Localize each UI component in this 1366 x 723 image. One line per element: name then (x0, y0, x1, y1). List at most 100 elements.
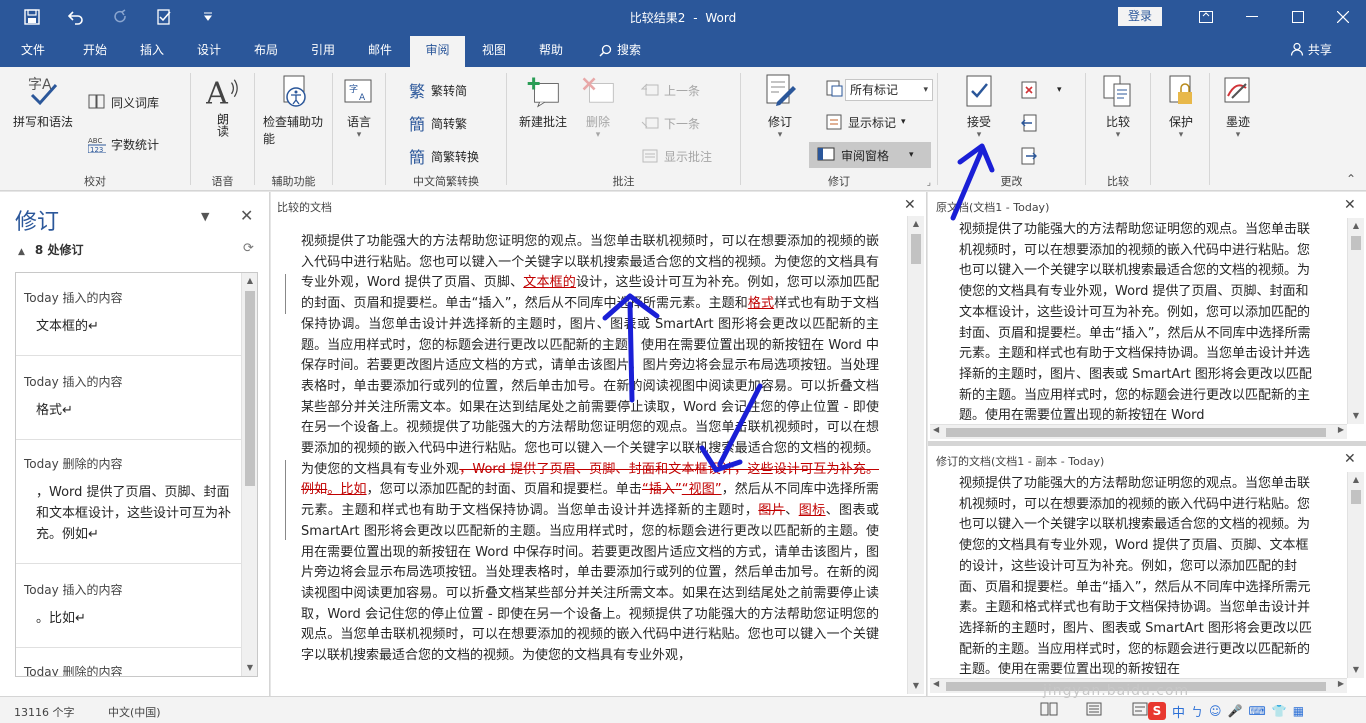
chevron-down-icon: ▾ (901, 117, 906, 127)
pane-close-icon[interactable]: ✕ (1344, 451, 1356, 467)
scrollbar-thumb[interactable] (1351, 490, 1361, 504)
tab-insert[interactable]: 插入 (127, 33, 177, 67)
word-count-status[interactable]: 13116 个字 (14, 704, 75, 720)
tab-home[interactable]: 开始 (70, 33, 120, 67)
simp-to-trad-button[interactable]: 簡 简转繁 (408, 114, 467, 134)
compare-button[interactable]: 比较 ▾ (1096, 75, 1140, 140)
sogou-ime-icon[interactable]: S (1148, 702, 1166, 720)
revision-count[interactable]: ▲ 8 处修订 (18, 241, 83, 258)
track-changes-button[interactable]: 修订 ▾ (757, 74, 803, 140)
ink-button[interactable]: 墨迹 ▾ (1216, 75, 1260, 140)
spelling-grammar-button[interactable]: 字A 拼写和语法 (10, 75, 76, 130)
show-comments-button[interactable]: 显示批注 (641, 147, 712, 165)
toolbox-icon[interactable]: ▦ (1293, 704, 1304, 718)
tab-view[interactable]: 视图 (469, 33, 519, 67)
scroll-left-icon[interactable]: ◀ (933, 425, 939, 434)
scrollbar-thumb[interactable] (911, 234, 921, 264)
refresh-icon[interactable]: ⟳ (243, 241, 254, 256)
scroll-right-icon[interactable]: ▶ (1338, 679, 1344, 688)
previous-comment-button[interactable]: 上一条 (641, 81, 700, 99)
list-item[interactable]: Today 插入的内容 。比如↵ (24, 581, 239, 629)
scrollbar-thumb[interactable] (245, 291, 255, 486)
pane-close-icon[interactable]: ✕ (240, 206, 253, 225)
delete-comment-button[interactable]: 删除 ▾ (575, 75, 621, 140)
read-mode-icon[interactable] (1040, 702, 1058, 719)
group-label-tracking: 修订 (828, 175, 850, 188)
scroll-left-icon[interactable]: ◀ (933, 679, 939, 688)
skin-icon[interactable]: 👕 (1272, 704, 1287, 718)
reviewing-pane-button[interactable]: 审阅窗格 ▾ (809, 142, 931, 168)
trad-to-simp-button[interactable]: 繁 繁转简 (408, 81, 467, 101)
document-name: 比较结果2 (629, 11, 686, 25)
close-icon[interactable] (1320, 0, 1366, 33)
maximize-icon[interactable] (1275, 0, 1321, 33)
emoji-icon[interactable]: ☺ (1209, 704, 1222, 718)
ime-punctuation[interactable]: ㄅ (1191, 703, 1203, 720)
read-aloud-button[interactable]: A 朗读 (203, 75, 243, 137)
convert-button[interactable]: 簡 简繁转换 (408, 147, 479, 167)
login-button[interactable]: 登录 (1118, 7, 1162, 26)
web-layout-icon[interactable] (1132, 702, 1148, 719)
list-item[interactable]: Today 删除的内容 (24, 663, 239, 677)
keyboard-icon[interactable]: ⌨ (1249, 704, 1266, 718)
show-markup-button[interactable]: 显示标记 ▾ (825, 113, 906, 131)
tab-help[interactable]: 帮助 (526, 33, 576, 67)
tab-design[interactable]: 设计 (184, 33, 234, 67)
scroll-up-icon[interactable]: ▲ (242, 273, 257, 289)
scroll-down-icon[interactable]: ▼ (242, 660, 257, 676)
ime-mode[interactable]: 中 (1172, 702, 1185, 721)
scroll-down-icon[interactable]: ▼ (1348, 408, 1364, 424)
ribbon-display-options-icon[interactable] (1183, 0, 1229, 33)
revised-document-body[interactable]: 视频提供了功能强大的方法帮助您证明您的观点。当您单击联机视频时，可以在想要添加的… (959, 474, 1319, 674)
markup-select[interactable]: 所有标记 ▾ (845, 79, 933, 101)
language-icon: 字A (342, 75, 376, 109)
tab-review[interactable]: 审阅 (410, 36, 465, 67)
scroll-up-icon[interactable]: ▲ (1348, 472, 1364, 488)
tab-mailings[interactable]: 邮件 (355, 33, 405, 67)
tab-references[interactable]: 引用 (298, 33, 348, 67)
pane-options-icon[interactable]: ▼ (201, 210, 209, 223)
word-count-button[interactable]: ABC 123 字数统计 (88, 135, 159, 153)
vertical-scrollbar[interactable]: ▲ ▼ (1347, 218, 1364, 424)
minimize-icon[interactable] (1229, 0, 1275, 33)
vertical-scrollbar[interactable]: ▲ ▼ (241, 273, 257, 676)
scroll-up-icon[interactable]: ▲ (908, 216, 924, 232)
reject-button[interactable]: ▾ (1020, 81, 1062, 99)
previous-change-button[interactable] (1020, 114, 1038, 132)
scroll-right-icon[interactable]: ▶ (1338, 425, 1344, 434)
scrollbar-thumb[interactable] (1351, 236, 1361, 250)
accept-button[interactable]: 接受 ▾ (956, 75, 1002, 140)
thesaurus-button[interactable]: 同义词库 (88, 93, 159, 111)
protect-button[interactable]: 保护 ▾ (1159, 75, 1203, 140)
tab-file[interactable]: 文件 (10, 33, 56, 67)
vertical-scrollbar[interactable]: ▲ ▼ (1347, 472, 1364, 678)
microphone-icon[interactable]: 🎤 (1228, 704, 1243, 718)
next-comment-button[interactable]: 下一条 (641, 114, 700, 132)
list-item[interactable]: Today 删除的内容 ，Word 提供了页眉、页脚、封面和文本框设计，这些设计… (24, 455, 239, 545)
scrollbar-thumb[interactable] (946, 428, 1326, 437)
vertical-scrollbar[interactable]: ▲ ▼ (907, 216, 924, 694)
share-button[interactable]: 共享 (1290, 33, 1332, 67)
scroll-up-icon[interactable]: ▲ (1348, 218, 1364, 234)
original-document-body[interactable]: 视频提供了功能强大的方法帮助您证明您的观点。当您单击联机视频时，可以在想要添加的… (959, 220, 1319, 420)
language-button[interactable]: 字A 语言 ▾ (339, 75, 379, 140)
pane-close-icon[interactable]: ✕ (904, 197, 916, 213)
compared-document-body[interactable]: 视频提供了功能强大的方法帮助您证明您的观点。当您单击联机视频时，可以在想要添加的… (301, 232, 879, 667)
pane-close-icon[interactable]: ✕ (1344, 197, 1356, 213)
compare-icon (1101, 75, 1135, 109)
scroll-down-icon[interactable]: ▼ (908, 678, 924, 694)
print-layout-icon[interactable] (1086, 702, 1102, 719)
tell-me-search[interactable]: 搜索 (590, 33, 650, 67)
revision-meta: Today 删除的内容 (24, 665, 123, 677)
language-status[interactable]: 中文(中国) (108, 704, 161, 720)
collapse-ribbon-icon[interactable]: ⌃ (1346, 172, 1356, 186)
check-accessibility-button[interactable]: 检查辅助功能 (263, 75, 325, 147)
next-change-button[interactable] (1020, 147, 1038, 165)
scroll-down-icon[interactable]: ▼ (1348, 662, 1364, 678)
list-item[interactable]: Today 插入的内容 格式↵ (24, 373, 239, 421)
dialog-launcher-icon[interactable]: ⌟ (927, 178, 931, 188)
tab-layout[interactable]: 布局 (241, 33, 291, 67)
new-comment-button[interactable]: 新建批注 (515, 75, 571, 130)
list-item[interactable]: Today 插入的内容 文本框的↵ (24, 289, 239, 337)
horizontal-scrollbar[interactable]: ◀ ▶ (930, 424, 1347, 439)
